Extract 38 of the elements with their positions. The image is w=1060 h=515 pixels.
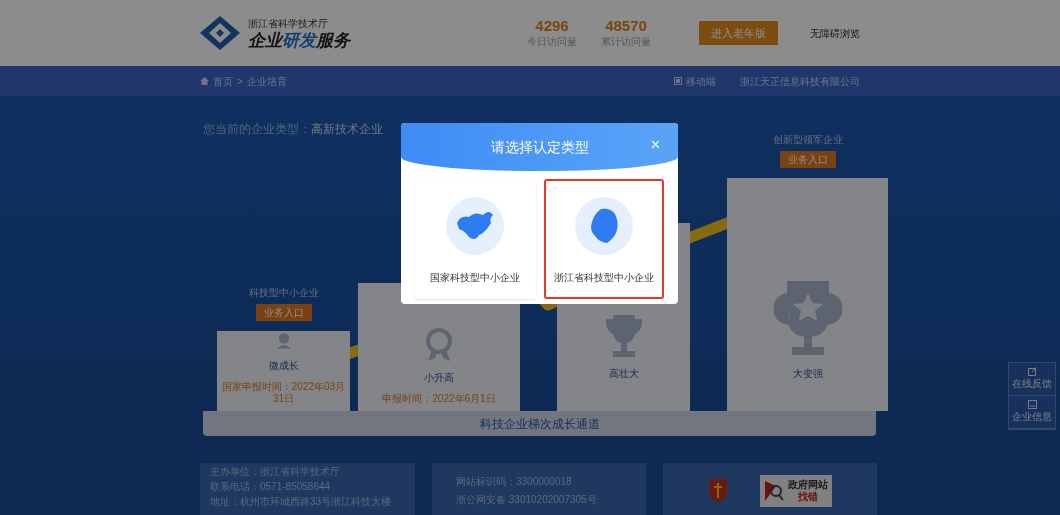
medal-icon bbox=[424, 328, 454, 362]
stage-name: 大变强 bbox=[792, 367, 823, 381]
mobile-link[interactable]: 移动端 bbox=[686, 73, 716, 89]
stage-date: 国家申报时间：2022年03月31日 bbox=[221, 381, 346, 405]
logo-icon bbox=[200, 16, 240, 50]
visit-count: 48570 bbox=[605, 17, 647, 34]
stage-date: 申报时间：2022年6月1日 bbox=[382, 393, 496, 405]
edit-icon bbox=[1027, 367, 1037, 376]
stage-name: 微成长 bbox=[268, 359, 299, 373]
dialog-title: 请选择认定类型 bbox=[490, 137, 589, 157]
close-button[interactable]: × bbox=[650, 135, 660, 155]
company-name: 浙江天正信息科技有限公司 bbox=[740, 74, 860, 89]
stage-title: 创新型领军企业 bbox=[772, 133, 843, 147]
qr-code-icon bbox=[674, 77, 682, 85]
growth-channel-platform: 科技企业梯次成长通道 bbox=[203, 411, 876, 436]
breadcrumb-separator: > bbox=[237, 74, 243, 89]
visit-count: 4296 bbox=[535, 17, 569, 34]
magnifier-icon bbox=[764, 480, 784, 502]
stage-title: 科技型中小企业 bbox=[248, 286, 319, 300]
stage-name: 小升高 bbox=[424, 371, 454, 385]
side-tool-button[interactable]: 企业信息 bbox=[1009, 396, 1055, 429]
emblem-icon bbox=[708, 478, 728, 504]
certification-option[interactable]: 浙江省科技型中小企业 bbox=[543, 179, 664, 299]
document-icon bbox=[1027, 400, 1037, 409]
home-icon bbox=[200, 77, 209, 85]
government-website-badge: 政府网站 找错 bbox=[760, 475, 832, 507]
department-name: 浙江省科学技术厅 bbox=[248, 16, 329, 31]
entry-button[interactable]: 业务入口 bbox=[255, 304, 312, 321]
elder-mode-button[interactable]: 进入老年版 bbox=[699, 20, 778, 46]
certification-option[interactable]: 国家科技型中小企业 bbox=[415, 179, 536, 299]
current-type-text: 您当前的企业类型：高新技术企业 bbox=[203, 121, 383, 138]
side-tool-button[interactable]: 在线反馈 bbox=[1009, 363, 1055, 396]
trophy-icon bbox=[603, 314, 644, 358]
accessibility-link[interactable]: 无障碍浏览 bbox=[810, 25, 860, 41]
breadcrumb-link[interactable]: 首页 bbox=[213, 73, 233, 89]
site-title: 企业研发服务 bbox=[248, 30, 350, 51]
stage-name: 高壮大 bbox=[608, 367, 639, 381]
entry-button[interactable]: 业务入口 bbox=[779, 151, 836, 168]
